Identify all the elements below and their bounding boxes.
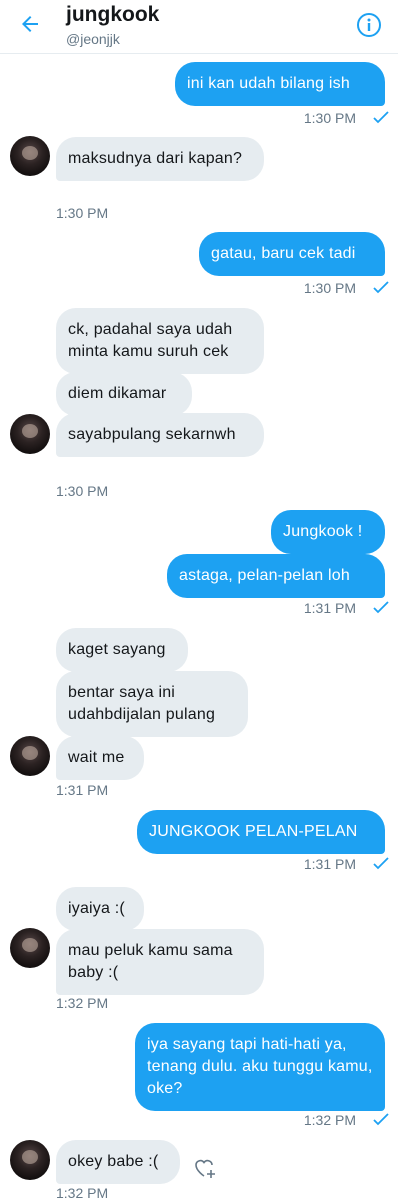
avatar[interactable] (10, 1140, 50, 1180)
message-text: JUNGKOOK PELAN-PELAN (149, 823, 358, 840)
incoming-message[interactable]: okey babe :( (56, 1140, 180, 1184)
message-text: iya sayang tapi hati-hati ya, tenang dul… (147, 1036, 373, 1097)
outgoing-message[interactable]: gatau, baru cek tadi (199, 232, 385, 276)
message-text: iyaiya :( (68, 900, 125, 917)
timestamp: 1:31 PM (303, 856, 356, 872)
back-arrow-icon[interactable] (18, 12, 42, 36)
message-text: maksudnya dari kapan? (68, 150, 243, 167)
incoming-message[interactable]: diem dikamar (56, 372, 192, 416)
message-text: mau peluk kamu sama baby :( (68, 942, 233, 981)
outgoing-message[interactable]: iya sayang tapi hati-hati ya, tenang dul… (135, 1023, 385, 1111)
message-text: sayabpulang sekarnwh (68, 426, 236, 443)
message-text: ck, padahal saya udah minta kamu suruh c… (68, 321, 233, 360)
message-text: wait me (68, 749, 125, 766)
incoming-message[interactable]: iyaiya :( (56, 887, 144, 931)
conversation-title: jungkook (66, 3, 160, 26)
outgoing-message[interactable]: Jungkook ! (271, 510, 385, 554)
message-text: gatau, baru cek tadi (211, 245, 356, 262)
message-text: ini kan udah bilang ish (187, 75, 350, 92)
timestamp: 1:30 PM (303, 110, 356, 126)
incoming-message[interactable]: bentar saya ini udahbdijalan pulang (56, 671, 248, 737)
check-icon (373, 601, 389, 614)
outgoing-message[interactable]: astaga, pelan-pelan loh (167, 554, 385, 598)
info-icon[interactable] (356, 12, 382, 38)
conversation-header: jungkook @jeonjjk (0, 0, 398, 54)
outgoing-message[interactable]: ini kan udah bilang ish (175, 62, 385, 106)
timestamp: 1:30 PM (303, 280, 356, 296)
heart-plus-icon[interactable] (192, 1155, 218, 1181)
incoming-message[interactable]: sayabpulang sekarnwh (56, 413, 264, 457)
avatar[interactable] (10, 736, 50, 776)
message-text: Jungkook ! (283, 523, 363, 540)
incoming-message[interactable]: maksudnya dari kapan? (56, 137, 264, 181)
avatar[interactable] (10, 414, 50, 454)
message-text: diem dikamar (68, 385, 167, 402)
timestamp: 1:31 PM (303, 600, 356, 616)
check-icon (373, 281, 389, 294)
incoming-message[interactable]: mau peluk kamu sama baby :( (56, 929, 264, 995)
timestamp: 1:30 PM (56, 205, 109, 221)
timestamp: 1:30 PM (56, 483, 109, 499)
outgoing-message[interactable]: JUNGKOOK PELAN-PELAN (137, 810, 385, 854)
avatar[interactable] (10, 136, 50, 176)
incoming-message[interactable]: kaget sayang (56, 628, 188, 672)
avatar[interactable] (10, 928, 50, 968)
message-text: astaga, pelan-pelan loh (179, 567, 350, 584)
message-text: bentar saya ini udahbdijalan pulang (68, 684, 216, 723)
message-text: kaget sayang (68, 641, 166, 658)
conversation-handle: @jeonjjk (66, 31, 120, 47)
incoming-message[interactable]: ck, padahal saya udah minta kamu suruh c… (56, 308, 264, 374)
message-text: okey babe :( (68, 1153, 159, 1170)
timestamp: 1:32 PM (56, 1185, 109, 1201)
timestamp: 1:32 PM (56, 995, 109, 1011)
check-icon (373, 857, 389, 870)
check-icon (373, 111, 389, 124)
incoming-message[interactable]: wait me (56, 736, 144, 780)
timestamp: 1:32 PM (303, 1112, 356, 1128)
check-icon (373, 1113, 389, 1126)
timestamp: 1:31 PM (56, 782, 109, 798)
